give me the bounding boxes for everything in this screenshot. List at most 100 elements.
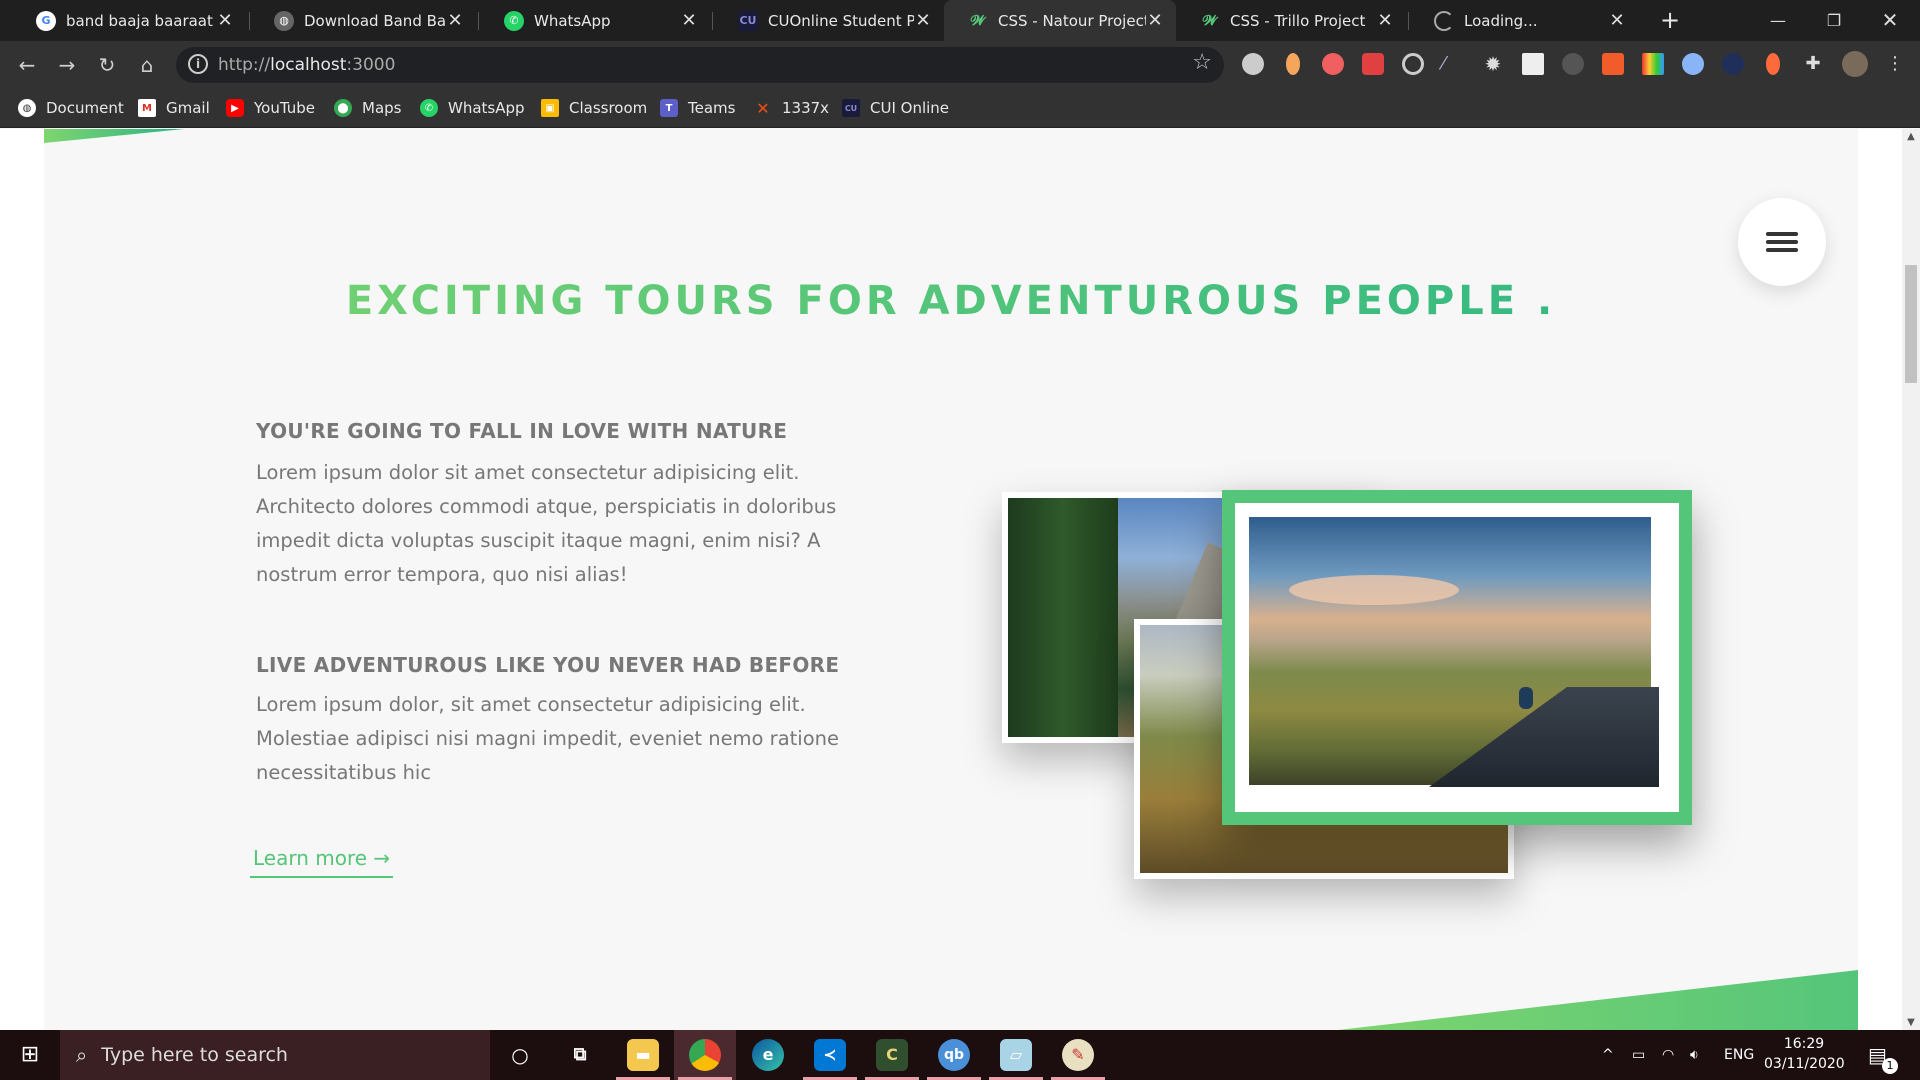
notepad-icon[interactable]: ▱ [1000, 1039, 1032, 1071]
browser-tab[interactable]: Loading... ✕ [1410, 0, 1638, 41]
extension-icon[interactable] [1286, 53, 1300, 75]
restore-button[interactable]: ❐ [1806, 0, 1862, 41]
volume-icon[interactable]: 🔉︎ [1690, 1030, 1699, 1080]
browser-tab[interactable]: CU CUOnline Student Port ✕ [714, 0, 944, 41]
avatar[interactable] [1842, 51, 1868, 77]
paragraph-line: impedit dicta voluptas suscipit itaque m… [256, 529, 821, 552]
extension-icon[interactable] [1642, 53, 1664, 75]
vscode-icon[interactable]: ≺ [814, 1039, 846, 1071]
forward-button[interactable]: → [53, 51, 81, 79]
minimize-button[interactable]: — [1750, 0, 1806, 41]
extension-icon[interactable] [1722, 53, 1744, 75]
notification-center-icon[interactable]: ▤ [1868, 1030, 1887, 1080]
bookmark-youtube[interactable]: ▶ YouTube [226, 99, 315, 117]
cortana-icon[interactable]: ○ [504, 1039, 536, 1071]
bookmark-label: WhatsApp [448, 99, 525, 117]
file-explorer-icon[interactable]: ▬ [627, 1039, 659, 1071]
task-view-icon[interactable]: ⧉ [564, 1039, 596, 1071]
bookmark-teams[interactable]: T Teams [660, 99, 735, 117]
bookmark-classroom[interactable]: ▣ Classroom [541, 99, 647, 117]
extension-icon[interactable] [1766, 53, 1780, 75]
bookmark-label: Maps [362, 99, 402, 117]
cloud-shape [1289, 575, 1459, 605]
system-clock[interactable]: 16:29 03/11/2020 [1764, 1034, 1845, 1074]
teams-icon: T [660, 99, 678, 117]
address-bar[interactable]: i http://localhost:3000 ☆ [176, 47, 1224, 83]
bookmark-1337x[interactable]: ✕ 1337x [754, 99, 829, 118]
loading-spinner-icon [1434, 10, 1454, 31]
show-hidden-icons[interactable]: ^ [1602, 1030, 1614, 1080]
bookmark-maps[interactable]: ⬤ Maps [334, 99, 401, 117]
page-scrollbar[interactable]: ▲ ▼ [1902, 129, 1920, 1030]
edge-icon[interactable]: e [752, 1039, 784, 1071]
browser-tab[interactable]: G band baaja baaraat - G ✕ [12, 0, 246, 41]
close-icon[interactable]: ✕ [1146, 10, 1164, 31]
browser-tab-active[interactable]: 𝓦 CSS - Natour Project ✕ [944, 0, 1176, 41]
composition-photo-road-highlighted[interactable] [1222, 490, 1692, 825]
close-icon[interactable]: ✕ [1608, 10, 1626, 31]
close-icon[interactable]: ✕ [680, 10, 698, 31]
bookmarks-bar: ◍ Document M Gmail ▶ YouTube ⬤ Maps ✆ WhatsAp… [0, 88, 1920, 128]
close-icon[interactable]: ✕ [1376, 10, 1394, 31]
navigation-menu-button[interactable] [1738, 198, 1826, 286]
paint-icon[interactable]: ✎ [1062, 1039, 1094, 1071]
tab-strip: G band baaja baaraat - G ✕ ◍ Download Ba… [0, 0, 1920, 41]
puzzle-icon[interactable]: ✚ [1802, 53, 1824, 75]
paragraph-line: Lorem ipsum dolor, sit amet consectetur … [256, 693, 806, 716]
chrome-icon[interactable] [689, 1039, 721, 1071]
tab-title: Download Band Baaja I [304, 11, 446, 30]
bookmark-cui-online[interactable]: CU CUI Online [842, 99, 949, 117]
battery-icon[interactable]: ▭ [1632, 1030, 1645, 1080]
extension-icon[interactable] [1602, 53, 1624, 75]
bookmark-label: Classroom [569, 99, 648, 117]
reload-button[interactable]: ↻ [93, 51, 121, 79]
gear-icon[interactable]: ✹ [1482, 53, 1504, 75]
bookmark-whatsapp[interactable]: ✆ WhatsApp [420, 99, 525, 117]
qbittorrent-icon[interactable]: qb [938, 1039, 970, 1071]
bookmark-gmail[interactable]: M Gmail [138, 99, 210, 117]
close-icon[interactable]: ✕ [216, 10, 234, 31]
taskbar-search-box[interactable]: ⌕ Type here to search [60, 1030, 490, 1080]
browser-tab[interactable]: ◍ Download Band Baaja I ✕ [250, 0, 476, 41]
close-icon[interactable]: ✕ [446, 10, 464, 31]
header-slant-decoration [44, 129, 184, 143]
browser-tab[interactable]: ✆ WhatsApp ✕ [480, 0, 710, 41]
scrollbar-thumb[interactable] [1905, 265, 1917, 383]
paragraph-line: Architecto dolores commodi atque, perspi… [256, 495, 837, 518]
notification-count-badge: 1 [1882, 1058, 1898, 1074]
close-icon[interactable]: ✕ [914, 10, 932, 31]
tab-title: CSS - Trillo Project [1230, 11, 1366, 30]
scroll-up-icon[interactable]: ▲ [1902, 131, 1920, 142]
learn-more-link[interactable]: Learn more → [250, 846, 394, 878]
wifi-icon[interactable]: ◠ [1662, 1030, 1674, 1080]
extension-icon[interactable]: ⁄ [1442, 53, 1464, 75]
app-icon[interactable]: C [876, 1039, 908, 1071]
bookmark-label: Gmail [166, 99, 210, 117]
extension-icon[interactable] [1562, 53, 1584, 75]
extension-icon[interactable] [1242, 53, 1264, 75]
windows-start-icon[interactable]: ⊞ [0, 1030, 60, 1080]
extension-icon[interactable] [1522, 53, 1544, 75]
paragraph-line: Lorem ipsum dolor sit amet consectetur a… [256, 461, 800, 484]
bookmark-star-icon[interactable]: ☆ [1192, 50, 1212, 75]
back-button[interactable]: ← [13, 51, 41, 79]
bookmark-document[interactable]: ◍ Document [18, 99, 124, 117]
close-window-button[interactable]: ✕ [1862, 0, 1918, 41]
more-menu-icon[interactable]: ⋮ [1884, 53, 1906, 75]
site-info-icon[interactable]: i [188, 54, 208, 74]
extension-icon[interactable] [1402, 53, 1424, 75]
extension-icon[interactable] [1322, 53, 1344, 75]
scroll-down-icon[interactable]: ▼ [1902, 1017, 1920, 1028]
extension-icon[interactable] [1682, 53, 1704, 75]
hamburger-line [1766, 248, 1798, 252]
bookmark-label: Teams [688, 99, 736, 117]
tab-title: CSS - Natour Project [998, 11, 1146, 30]
new-tab-button[interactable]: + [1656, 6, 1684, 34]
language-indicator[interactable]: ENG [1724, 1030, 1754, 1080]
home-button[interactable]: ⌂ [133, 51, 161, 79]
youtube-icon: ▶ [226, 99, 244, 117]
browser-tab[interactable]: 𝓦 CSS - Trillo Project ✕ [1176, 0, 1406, 41]
extension-icon[interactable] [1362, 53, 1384, 75]
search-placeholder: Type here to search [101, 1044, 288, 1066]
tab-title: band baaja baaraat - G [66, 11, 216, 30]
